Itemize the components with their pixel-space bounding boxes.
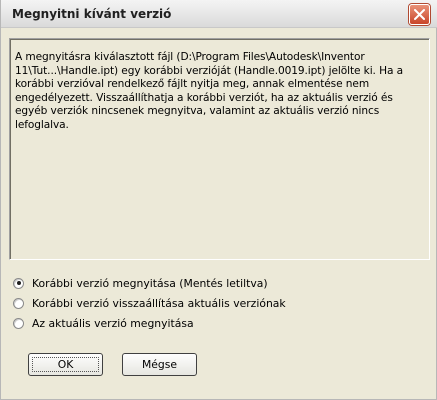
dialog-title: Megnyitni kívánt verzió: [12, 7, 172, 21]
option-restore-previous[interactable]: Korábbi verzió visszaállítása aktuális v…: [13, 295, 286, 311]
option-label: Korábbi verzió megnyitása (Mentés letilt…: [32, 276, 268, 290]
radio-open-previous[interactable]: [13, 277, 24, 289]
option-label: Korábbi verzió visszaállítása aktuális v…: [32, 296, 286, 310]
option-open-current[interactable]: Az aktuális verzió megnyitása: [13, 315, 194, 331]
close-button[interactable]: [409, 4, 430, 25]
message-text: A megnyitásra kiválasztott fájl (D:\Prog…: [15, 51, 404, 131]
radio-open-current[interactable]: [13, 317, 24, 329]
ok-button[interactable]: OK: [28, 353, 103, 376]
close-icon: [414, 9, 425, 20]
option-open-previous[interactable]: Korábbi verzió megnyitása (Mentés letilt…: [13, 275, 268, 291]
message-box: A megnyitásra kiválasztott fájl (D:\Prog…: [9, 38, 430, 260]
title-bar[interactable]: Megnyitni kívánt verzió: [1, 0, 437, 28]
option-label: Az aktuális verzió megnyitása: [32, 316, 194, 330]
focus-rect: [32, 357, 99, 372]
dialog-window: Megnyitni kívánt verzió A megnyitásra ki…: [0, 0, 437, 400]
radio-restore-previous[interactable]: [13, 297, 24, 309]
cancel-button[interactable]: Mégse: [122, 353, 197, 376]
cancel-button-label: Mégse: [141, 358, 178, 371]
